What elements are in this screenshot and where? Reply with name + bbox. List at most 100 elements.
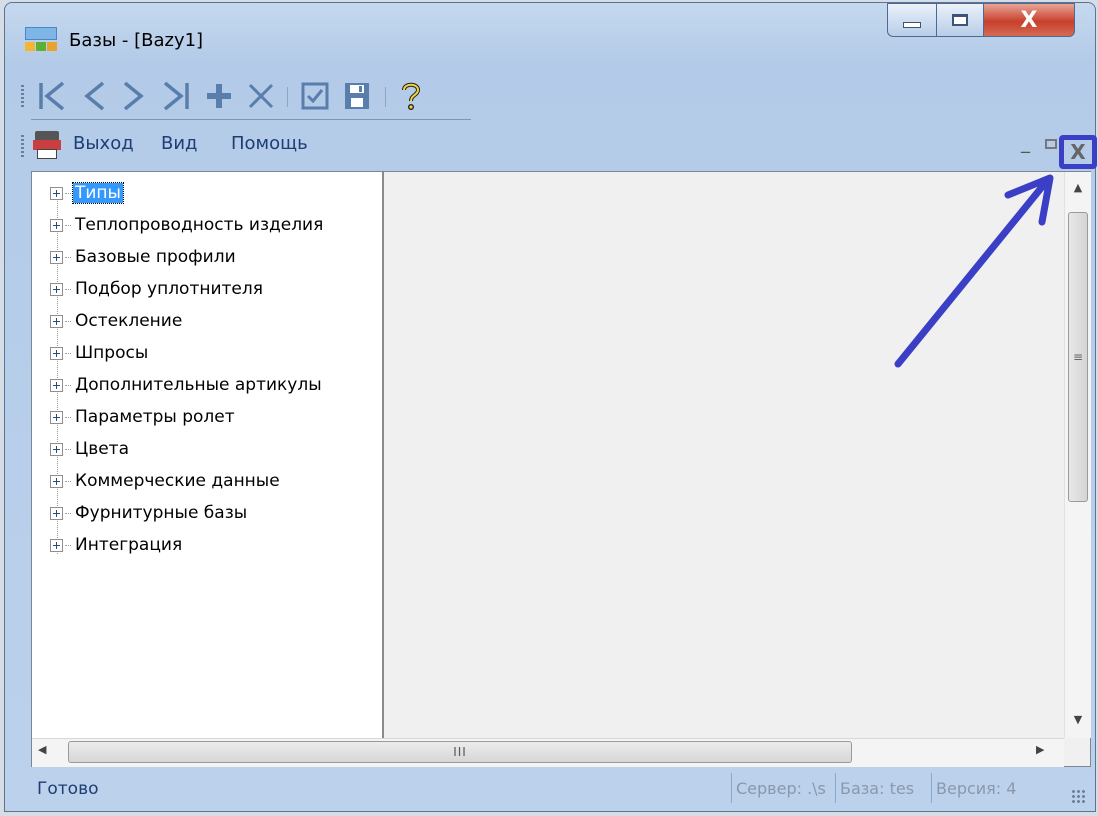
tree-item[interactable]: Теплопроводность изделия [50,210,325,240]
window-title: Базы - [Bazy1] [69,30,204,51]
close-button[interactable]: X [983,3,1075,37]
maximize-button[interactable] [936,3,984,37]
tree-item-label: Дополнительные артикулы [75,375,322,395]
expand-icon[interactable] [50,506,63,520]
vertical-scrollbar[interactable]: ▲ ≡ ▼ [1064,172,1091,738]
confirm-button[interactable] [297,79,333,113]
expand-icon[interactable] [50,250,63,264]
minimize-button[interactable] [887,3,937,37]
tree-item[interactable]: Подбор уплотнителя [50,274,265,304]
tree-item[interactable]: Параметры ролет [50,402,237,432]
expand-icon[interactable] [50,314,63,328]
scroll-grip-icon: III [453,745,467,759]
expand-icon[interactable] [50,186,63,200]
close-icon: X [1070,140,1086,164]
tree-connector [65,512,71,514]
previous-button[interactable] [77,79,113,113]
scroll-down-arrow[interactable]: ▼ [1065,702,1091,736]
expand-icon[interactable] [50,346,63,360]
menu-help[interactable]: Помощь [231,133,308,154]
tree-item[interactable]: Типы [50,178,124,208]
tree-item[interactable]: Цвета [50,434,131,464]
tree-item[interactable]: Дополнительные артикулы [50,370,324,400]
help-icon [402,82,421,110]
menu-exit[interactable]: Выход [73,133,134,154]
base-panel: База: tes [835,773,929,803]
expand-icon[interactable] [50,538,63,552]
tree-connector [65,256,71,258]
tree-item-label: Фурнитурные базы [75,503,248,523]
vertical-scroll-thumb[interactable]: ≡ [1068,212,1088,502]
tree-item[interactable]: Шпросы [50,338,150,368]
first-record-button[interactable] [33,79,73,113]
tree-item-label: Цвета [75,439,129,459]
tree-item[interactable]: Интеграция [50,530,184,560]
tree-item-label: Теплопроводность изделия [75,215,324,235]
last-record-button[interactable] [155,79,195,113]
expand-icon[interactable] [50,442,63,456]
expand-icon[interactable] [50,282,63,296]
save-icon [345,83,369,109]
mdi-minimize-button[interactable]: _ [1021,133,1030,154]
tree-item-label: Интеграция [75,535,183,555]
toolbar-separator [287,87,288,107]
help-button[interactable] [393,79,429,113]
scroll-left-arrow[interactable]: ◀ [38,743,46,756]
version-panel: Версия: 4 [931,773,1037,803]
plus-icon [207,84,231,108]
horizontal-scroll-thumb[interactable]: III [68,741,852,763]
tree-item-label: Подбор уплотнителя [75,279,263,299]
tree-connector [65,384,71,386]
tree-connector [65,224,71,226]
horizontal-scrollbar[interactable]: ◀ III ▶ [32,738,1064,767]
app-icon[interactable] [25,27,57,51]
expand-icon[interactable] [50,218,63,232]
tree-item[interactable]: Коммерческие данные [50,466,282,496]
menu-bar: Выход Вид Помощь _ X [15,123,1097,169]
scroll-grip-icon: ≡ [1072,350,1084,364]
mdi-restore-button[interactable] [1045,139,1057,149]
expand-icon[interactable] [50,474,63,488]
tree-item-label: Остекление [75,311,183,331]
next-icon [123,81,144,111]
menubar-grip[interactable] [21,135,24,157]
close-icon: X [1020,7,1038,33]
status-text: Готово [37,779,99,799]
tree-item-label: Шпросы [75,343,149,363]
previous-icon [84,81,105,111]
delete-icon [248,83,274,109]
document-icon[interactable] [33,131,61,161]
scroll-right-arrow[interactable]: ▶ [1036,743,1044,756]
tree-item-label: Типы [72,182,124,204]
delete-button[interactable] [241,79,281,113]
app-window: Базы - [Bazy1] X Выход Вид Помощь _ X Ти… [4,2,1097,812]
client-area: Типы Теплопроводность изделия Базовые проф… [31,171,1091,767]
expand-icon[interactable] [50,378,63,392]
menu-view[interactable]: Вид [161,133,198,154]
save-button[interactable] [339,79,375,113]
tree-item[interactable]: Остекление [50,306,184,336]
toolbar-grip[interactable] [21,85,24,107]
tree-connector [65,320,71,322]
tree-item[interactable]: Фурнитурные базы [50,498,249,528]
tree-item-label: Коммерческие данные [75,471,280,491]
minimize-icon [903,22,921,28]
tree-connector [65,288,71,290]
toolbar-separator [385,87,386,107]
add-button[interactable] [199,79,239,113]
mdi-close-button[interactable]: X [1059,135,1097,169]
tree-view[interactable]: Типы Теплопроводность изделия Базовые проф… [32,172,384,738]
expand-icon[interactable] [50,410,63,424]
maximize-icon [952,14,968,26]
toolbar-underline [31,119,471,120]
checkbox-icon [301,82,329,110]
tree-item[interactable]: Базовые профили [50,242,238,272]
tree-connector [65,448,71,450]
tree-item-label: Базовые профили [75,247,236,267]
resize-grip-icon[interactable] [1071,789,1085,803]
title-bar[interactable]: Базы - [Bazy1] X [5,3,1095,69]
tree-connector [65,544,71,546]
next-button[interactable] [115,79,151,113]
scroll-up-arrow[interactable]: ▲ [1065,172,1091,202]
tree-connector [65,480,71,482]
